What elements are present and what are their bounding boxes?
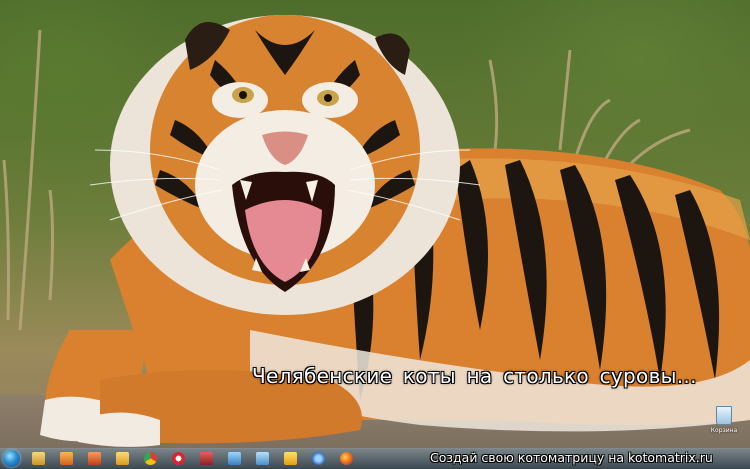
recycle-bin[interactable]: Корзина <box>706 406 742 440</box>
meme-caption: Челябенские коты на столько суровы... <box>252 364 697 388</box>
photoshop-icon[interactable] <box>88 452 101 465</box>
opera-icon[interactable] <box>172 452 185 465</box>
network-icon[interactable] <box>256 452 269 465</box>
folder-icon[interactable] <box>116 452 129 465</box>
notepad-icon[interactable] <box>228 452 241 465</box>
site-watermark: Создай свою котоматрицу на kotomatrix.ru <box>430 450 713 465</box>
recycle-bin-label: Корзина <box>710 427 738 434</box>
tiger-illustration <box>2 15 750 447</box>
app-icon[interactable] <box>200 452 213 465</box>
media-player-icon[interactable] <box>60 452 73 465</box>
recycle-bin-icon <box>716 406 732 425</box>
chrome-icon[interactable] <box>144 452 157 465</box>
start-orb-icon[interactable] <box>3 450 20 467</box>
firefox-icon[interactable] <box>340 452 353 465</box>
ie-icon[interactable] <box>312 452 325 465</box>
flash-icon[interactable] <box>284 452 297 465</box>
explorer-icon[interactable] <box>32 452 45 465</box>
